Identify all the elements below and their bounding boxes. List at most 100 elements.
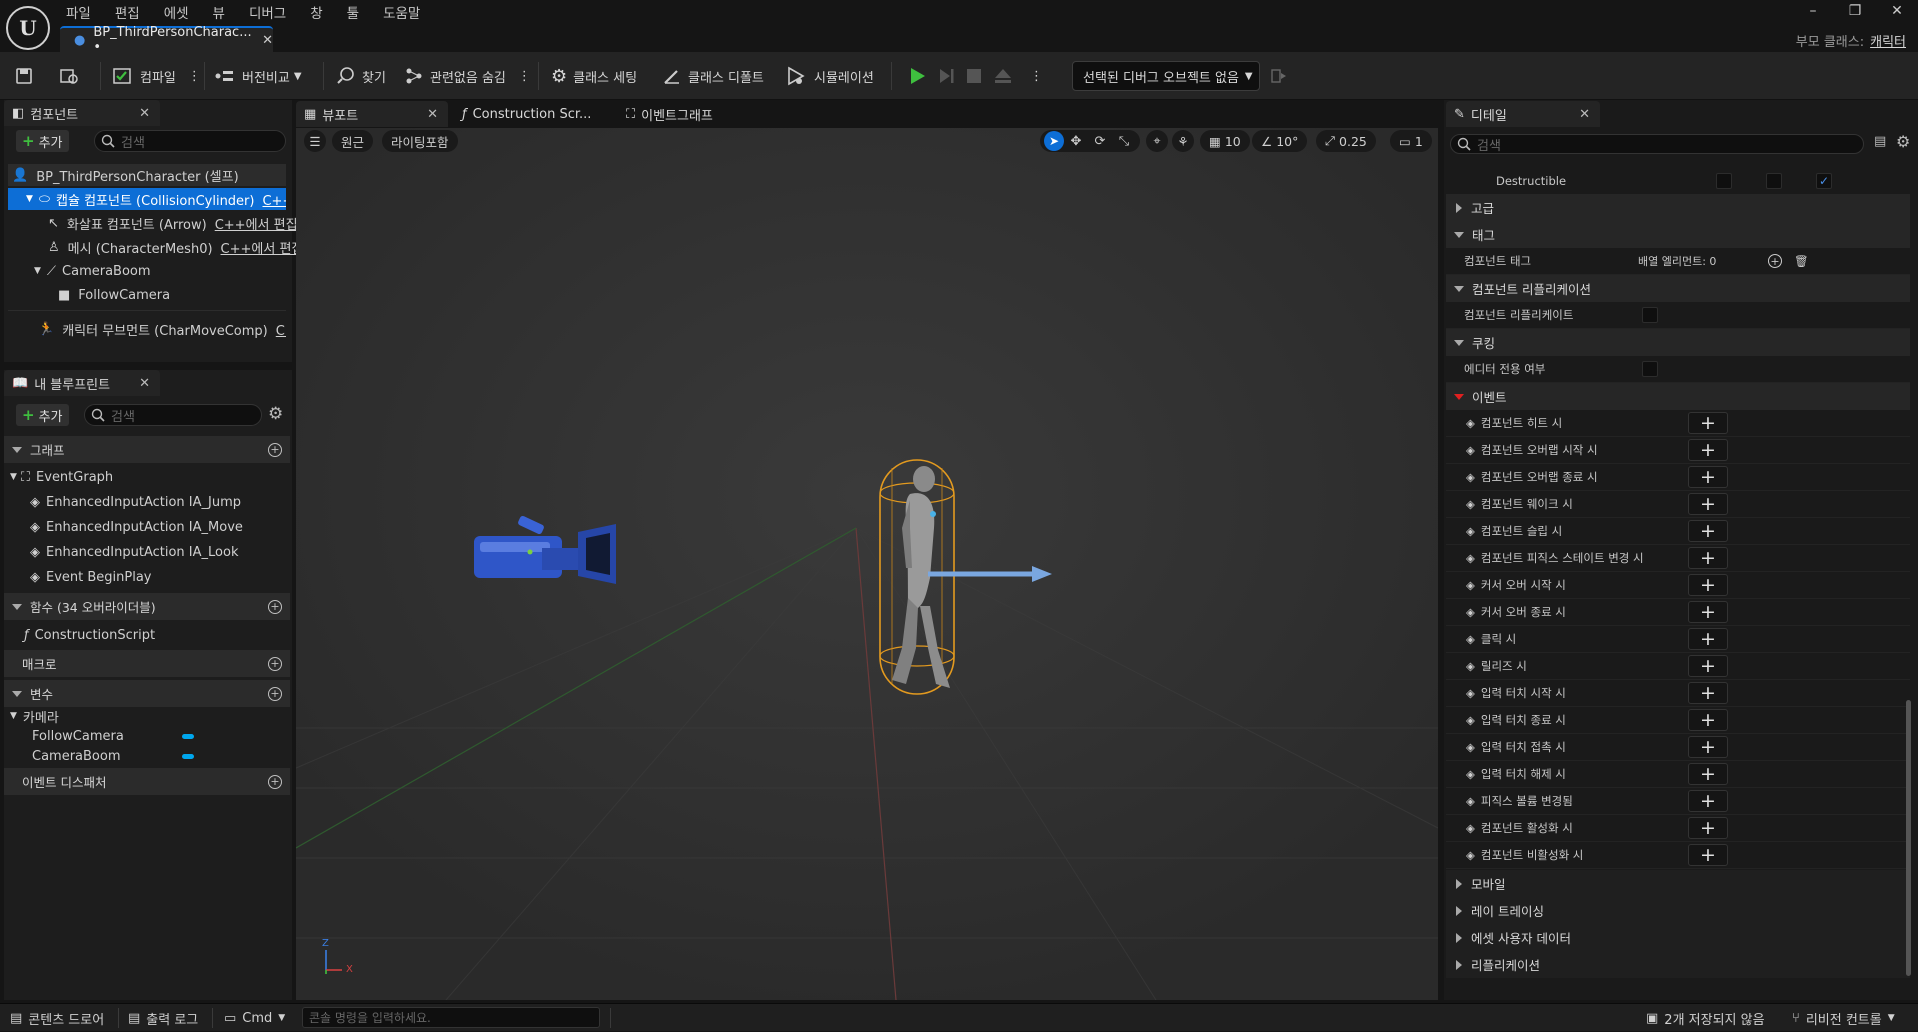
find-button[interactable]: 찾기 <box>336 52 386 100</box>
content-drawer-button[interactable]: ▤ 콘텐츠 드로어 <box>10 1004 104 1032</box>
grid-snap-button[interactable]: ▦ 10 <box>1200 130 1250 152</box>
variable-cameraboom[interactable]: CameraBoom <box>32 746 202 766</box>
menu-help[interactable]: 도움말 <box>383 2 420 22</box>
translate-tool-icon[interactable]: ✥ <box>1064 134 1088 149</box>
section-replication-2[interactable]: 리플리케이션 <box>1446 951 1910 978</box>
add-event-button[interactable]: + <box>1688 439 1728 461</box>
table-view-icon[interactable]: ▤ <box>1874 134 1886 149</box>
eject-button[interactable] <box>993 52 1013 100</box>
select-tool-icon[interactable]: ➤ <box>1044 131 1064 151</box>
edit-in-cpp-link[interactable]: C++에서 편집 <box>221 238 304 257</box>
section-advanced[interactable]: 고급 <box>1446 194 1910 221</box>
add-event-button[interactable]: + <box>1688 709 1728 731</box>
add-event-button[interactable]: + <box>1688 574 1728 596</box>
section-macros[interactable]: 매크로 + <box>4 650 290 677</box>
rotation-snap-button[interactable]: ∠ 10° <box>1252 130 1308 152</box>
edit-in-cpp-link[interactable]: C++에 <box>276 320 286 339</box>
viewport-menu-button[interactable]: ☰ <box>304 130 326 152</box>
tab-eventgraph[interactable]: ⛶ 이벤트그래프 <box>618 101 758 127</box>
section-variables[interactable]: 변수 + <box>4 680 290 707</box>
close-icon[interactable]: ✕ <box>1579 107 1590 122</box>
details-scrollbar[interactable] <box>1906 700 1911 976</box>
close-icon[interactable]: ✕ <box>139 376 150 391</box>
save-button[interactable] <box>14 52 34 100</box>
graph-eventgraph[interactable]: ▼ ⛶ EventGraph <box>6 466 286 488</box>
stop-button[interactable] <box>965 52 983 100</box>
add-event-button[interactable]: + <box>1688 763 1728 785</box>
checkbox[interactable] <box>1766 173 1782 189</box>
unsaved-button[interactable]: ▣ 2개 저장되지 않음 <box>1646 1004 1765 1032</box>
section-events[interactable]: 이벤트 <box>1446 383 1910 410</box>
tab-my-blueprint[interactable]: 📖 내 블루프린트 ✕ <box>4 370 160 396</box>
section-tags[interactable]: 태그 <box>1446 221 1910 248</box>
add-event-button[interactable]: + <box>1688 736 1728 758</box>
viewport[interactable]: ☰ 원근 라이팅포함 ➤ ✥ ⟳ ⤡ ⌖ ⚘ ▦ 10 ∠ 10° ⤢ 0.25 ▭ 1… <box>296 128 1438 1000</box>
add-event-button[interactable]: + <box>1688 601 1728 623</box>
close-icon[interactable]: ✕ <box>262 33 273 48</box>
tab-construction-script[interactable]: ƒ Construction Scr... <box>454 101 602 127</box>
document-tab[interactable]: ● BP_ThirdPersonCharac... • ✕ <box>60 25 273 55</box>
menu-debug[interactable]: 디버그 <box>249 2 286 22</box>
section-replication[interactable]: 컴포넌트 리플리케이션 <box>1446 275 1910 302</box>
add-event-button[interactable]: + <box>1688 493 1728 515</box>
scale-tool-icon[interactable]: ⤡ <box>1112 134 1136 149</box>
edit-in-cpp-link[interactable]: C++에서 편집 <box>215 214 298 233</box>
menu-file[interactable]: 파일 <box>66 2 91 22</box>
list-item[interactable]: ◈ EnhancedInputAction IA_Jump <box>30 491 286 513</box>
checkbox[interactable] <box>1642 361 1658 377</box>
class-defaults-button[interactable]: 클래스 디폴트 <box>662 52 764 100</box>
component-mesh[interactable]: ♙ 메시 (CharacterMesh0) C++에서 편집 <box>8 236 303 258</box>
components-search-input[interactable]: 검색 <box>94 130 286 152</box>
edit-in-cpp-link[interactable]: C++에서 <box>262 190 286 209</box>
browse-button[interactable] <box>58 52 80 100</box>
play-button[interactable] <box>906 52 928 100</box>
compile-button[interactable]: 컴파일 ⋮ <box>112 52 201 100</box>
section-asset-user-data[interactable]: 에셋 사용자 데이터 <box>1446 924 1910 951</box>
list-item[interactable]: ◈ Event BeginPlay <box>30 566 286 588</box>
function-construction-script[interactable]: ƒ ConstructionScript <box>24 624 284 646</box>
add-event-button[interactable]: + <box>1688 682 1728 704</box>
section-graphs[interactable]: 그래프 + <box>4 436 290 463</box>
tab-details[interactable]: ✎ 디테일 ✕ <box>1446 101 1600 127</box>
add-event-button[interactable]: + <box>1688 655 1728 677</box>
component-movement[interactable]: 🏃 캐릭터 무브먼트 (CharMoveComp) C++에 <box>8 318 286 340</box>
add-element-icon[interactable]: + <box>1768 254 1782 268</box>
gear-icon[interactable]: ⚙ <box>268 404 283 424</box>
add-event-button[interactable]: + <box>1688 844 1728 866</box>
cmd-select[interactable]: ▭ Cmd ▼ <box>224 1004 285 1032</box>
tab-components[interactable]: ◧ 컴포넌트 ✕ <box>4 100 160 126</box>
component-cameraboom[interactable]: ▼ ⟋ CameraBoom <box>8 260 286 282</box>
hide-unrelated-button[interactable]: 관련없음 숨김 ⋮ <box>404 52 531 100</box>
component-root[interactable]: 👤 BP_ThirdPersonCharacter (셀프) <box>8 164 286 186</box>
add-event-button[interactable]: + <box>1688 628 1728 650</box>
close-icon[interactable]: ✕ <box>139 106 150 121</box>
simulation-button[interactable]: 시뮬레이션 <box>786 52 874 100</box>
add-event-button[interactable]: + <box>1688 412 1728 434</box>
more-icon[interactable]: ⋮ <box>518 69 531 84</box>
output-log-button[interactable]: ▤ 출력 로그 <box>128 1004 198 1032</box>
console-input[interactable]: 콘솔 명령을 입력하세요. <box>302 1007 600 1028</box>
add-function-icon[interactable]: + <box>268 599 282 614</box>
component-followcamera[interactable]: ■ FollowCamera <box>8 284 286 306</box>
class-settings-button[interactable]: ⚙ 클래스 세팅 <box>551 52 637 100</box>
checkbox[interactable] <box>1716 173 1732 189</box>
diff-button[interactable]: 버전비교 ▼ <box>214 52 302 100</box>
add-event-button[interactable]: + <box>1688 520 1728 542</box>
add-dispatcher-icon[interactable]: + <box>268 774 282 789</box>
variable-followcamera[interactable]: FollowCamera <box>32 726 202 746</box>
list-item[interactable]: ◈ EnhancedInputAction IA_Look <box>30 541 286 563</box>
add-event-button[interactable]: + <box>1688 547 1728 569</box>
add-component-button[interactable]: + 추가 <box>16 130 69 152</box>
perspective-button[interactable]: 원근 <box>332 130 374 152</box>
unreal-logo[interactable]: U <box>6 6 50 50</box>
close-icon[interactable]: ✕ <box>427 107 438 122</box>
surface-snap-button[interactable]: ⚘ <box>1172 130 1194 152</box>
add-variable-icon[interactable]: + <box>268 686 282 701</box>
section-mobile[interactable]: 모바일 <box>1446 870 1910 897</box>
rotate-tool-icon[interactable]: ⟳ <box>1088 134 1112 149</box>
add-macro-icon[interactable]: + <box>268 656 282 671</box>
add-event-button[interactable]: + <box>1688 790 1728 812</box>
menu-edit[interactable]: 편집 <box>115 2 140 22</box>
add-member-button[interactable]: + 추가 <box>16 404 69 426</box>
parent-class-link[interactable]: 캐릭터 <box>1870 35 1906 50</box>
